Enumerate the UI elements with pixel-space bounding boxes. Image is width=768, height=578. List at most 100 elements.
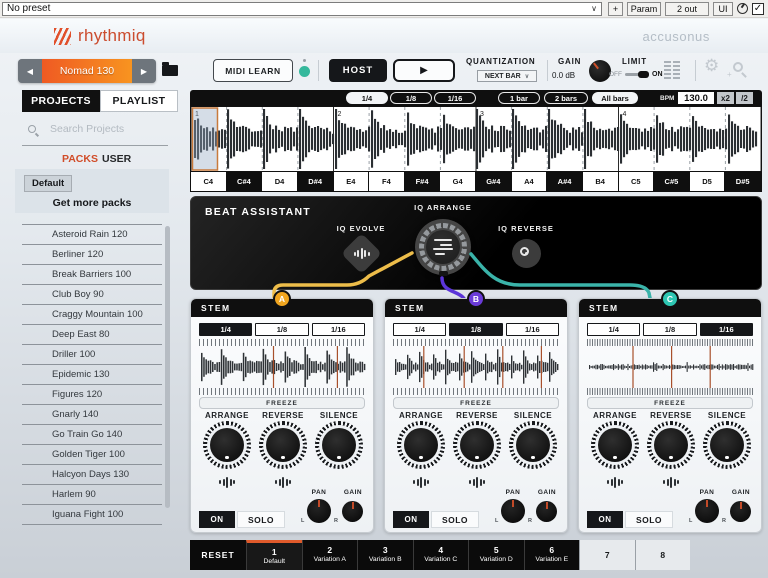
pack-list-item[interactable]: Gnarly 140 <box>22 405 162 425</box>
division-quarter-button[interactable]: 1/4 <box>346 92 388 104</box>
stem-tag-badge[interactable]: C <box>661 290 679 308</box>
get-more-packs-link[interactable]: Get more packs <box>15 197 169 209</box>
pattern-slot[interactable]: 6 Variation E <box>523 540 580 570</box>
stem-division-eighth[interactable]: 1/8 <box>255 323 309 336</box>
stem-tag-badge[interactable]: B <box>467 290 485 308</box>
stem-division-quarter[interactable]: 1/4 <box>393 323 447 336</box>
packs-tab[interactable]: PACKS <box>62 153 98 165</box>
stem-division-quarter[interactable]: 1/4 <box>587 323 641 336</box>
note-key[interactable]: A#4 <box>547 172 583 191</box>
host-preset-dropdown[interactable]: No preset ∨ <box>2 2 602 16</box>
pattern-slot[interactable]: 2 Variation A <box>301 540 358 570</box>
freeze-button[interactable]: FREEZE <box>393 397 559 409</box>
silence-knob[interactable] <box>509 421 557 469</box>
stem-waveform[interactable] <box>199 346 367 388</box>
note-key[interactable]: D#5 <box>725 172 761 191</box>
pattern-slot[interactable]: 4 Variation C <box>412 540 469 570</box>
note-key[interactable]: E4 <box>333 172 370 191</box>
pack-list-item[interactable]: Asteroid Rain 120 <box>22 225 162 245</box>
pack-list-item[interactable]: Berliner 120 <box>22 245 162 265</box>
stem-waveform[interactable] <box>393 346 561 388</box>
stem-division-eighth[interactable]: 1/8 <box>643 323 697 336</box>
dial-icon[interactable] <box>737 3 748 14</box>
zoom-magnifier-icon[interactable] <box>733 62 743 72</box>
stem-solo-button[interactable]: SOLO <box>625 511 673 528</box>
ui-button[interactable]: UI <box>713 2 733 16</box>
iq-arrange-knob[interactable] <box>415 219 471 276</box>
stem-gain-knob[interactable] <box>536 501 557 522</box>
division-eighth-button[interactable]: 1/8 <box>390 92 432 104</box>
user-tab[interactable]: USER <box>102 153 131 165</box>
pack-list-item[interactable]: Epidemic 130 <box>22 365 162 385</box>
stem-waveform[interactable] <box>587 346 755 388</box>
stem-on-button[interactable]: ON <box>393 511 429 528</box>
bpm-double-button[interactable]: x2 <box>717 92 734 104</box>
preset-name[interactable]: Nomad 130 <box>42 59 132 83</box>
note-key[interactable]: C#4 <box>226 172 263 191</box>
main-waveform[interactable]: 1234 <box>190 106 762 172</box>
arrange-knob[interactable] <box>203 421 251 469</box>
note-key[interactable]: G#4 <box>476 172 512 191</box>
arrange-knob[interactable] <box>591 421 639 469</box>
pack-list-item[interactable]: Golden Tiger 100 <box>22 445 162 465</box>
stem-gain-knob[interactable] <box>730 501 751 522</box>
stem-gain-knob[interactable] <box>342 501 363 522</box>
default-pack-chip[interactable]: Default <box>24 175 73 192</box>
division-sixteenth-button[interactable]: 1/16 <box>434 92 476 104</box>
scrollbar[interactable] <box>165 226 170 508</box>
all-bars-button[interactable]: All bars <box>592 92 638 104</box>
stem-solo-button[interactable]: SOLO <box>237 511 285 528</box>
stem-division-sixteenth[interactable]: 1/16 <box>311 323 365 336</box>
freeze-button[interactable]: FREEZE <box>587 397 753 409</box>
prev-preset-button[interactable]: ◀ <box>18 59 42 83</box>
one-bar-button[interactable]: 1 bar <box>498 92 540 104</box>
reverse-knob[interactable] <box>453 421 501 469</box>
folder-icon[interactable] <box>162 62 178 76</box>
note-key[interactable]: C4 <box>191 172 227 191</box>
pack-list-item[interactable]: Halcyon Days 130 <box>22 465 162 485</box>
add-preset-button[interactable]: + <box>608 2 623 16</box>
quantization-select[interactable]: NEXT BAR ∨ <box>477 70 537 82</box>
pattern-slot[interactable]: 3 Variation B <box>357 540 413 570</box>
stem-on-button[interactable]: ON <box>199 511 235 528</box>
pan-knob[interactable] <box>501 499 525 523</box>
stem-division-quarter[interactable]: 1/4 <box>199 323 253 336</box>
limit-switch[interactable] <box>625 71 649 78</box>
note-key[interactable]: C5 <box>618 172 655 191</box>
stem-solo-button[interactable]: SOLO <box>431 511 479 528</box>
stem-division-eighth[interactable]: 1/8 <box>449 323 503 336</box>
settings-gear-icon[interactable]: ⚙ <box>704 56 719 76</box>
note-key[interactable]: F#4 <box>404 172 441 191</box>
pack-list-item[interactable]: Club Boy 90 <box>22 285 162 305</box>
pattern-slot[interactable]: 7 <box>579 540 635 570</box>
limit-toggle[interactable]: OFF ON <box>609 71 663 78</box>
stem-division-sixteenth[interactable]: 1/16 <box>505 323 559 336</box>
midi-learn-button[interactable]: MIDI LEARN <box>213 59 293 82</box>
enable-checkbox[interactable]: ✓ <box>752 3 764 15</box>
tab-playlist[interactable]: PLAYLIST <box>100 90 178 112</box>
note-key[interactable]: D4 <box>262 172 298 191</box>
arrange-knob[interactable] <box>397 421 445 469</box>
iq-evolve-icon[interactable] <box>340 232 383 275</box>
pack-list-item[interactable]: Break Barriers 100 <box>22 265 162 285</box>
note-key[interactable]: B4 <box>582 172 619 191</box>
pan-knob[interactable] <box>307 499 331 523</box>
two-bars-button[interactable]: 2 bars <box>544 92 588 104</box>
freeze-button[interactable]: FREEZE <box>199 397 365 409</box>
param-button[interactable]: Param <box>627 2 661 16</box>
pan-knob[interactable] <box>695 499 719 523</box>
next-preset-button[interactable]: ▶ <box>132 59 156 83</box>
preset-selector[interactable]: ◀ Nomad 130 ▶ <box>18 59 156 83</box>
output-routing-button[interactable]: 2 out <box>665 2 709 16</box>
reset-button[interactable]: RESET <box>190 540 246 570</box>
note-key[interactable]: A4 <box>511 172 548 191</box>
note-key[interactable]: D5 <box>689 172 726 191</box>
reverse-knob[interactable] <box>647 421 695 469</box>
pack-list-item[interactable]: Deep East 80 <box>22 325 162 345</box>
bpm-value[interactable]: 130.0 <box>678 92 714 104</box>
pack-list-item[interactable]: Harlem 90 <box>22 485 162 505</box>
note-key[interactable]: D#4 <box>297 172 334 191</box>
pack-list-item[interactable]: Craggy Mountain 100 <box>22 305 162 325</box>
pack-list-item[interactable]: Driller 100 <box>22 345 162 365</box>
iq-reverse-icon[interactable] <box>512 239 541 268</box>
